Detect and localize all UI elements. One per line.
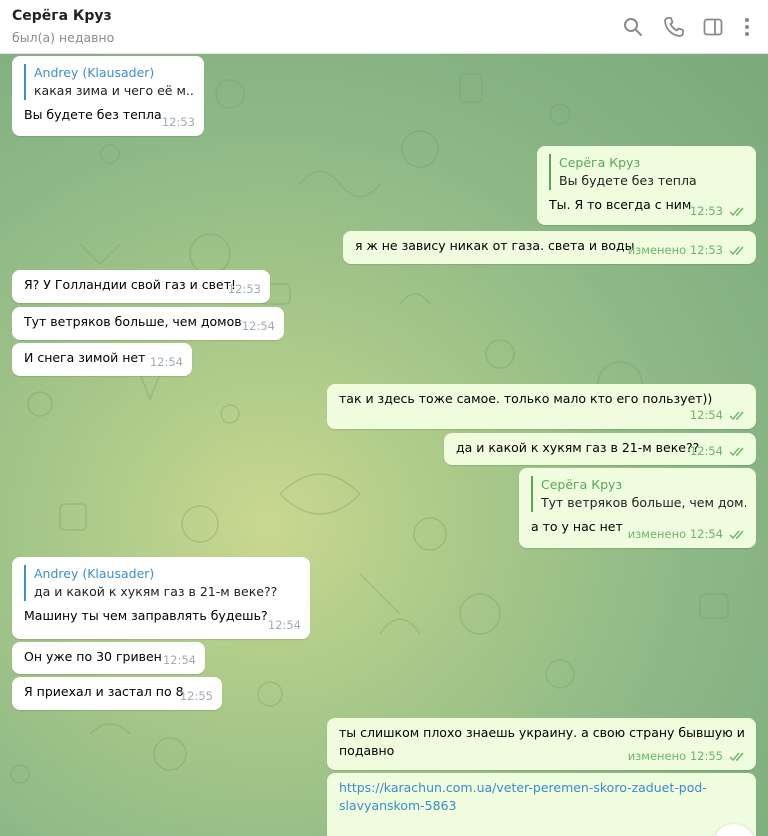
message-meta: 12:54 <box>690 406 747 424</box>
message-outgoing[interactable]: Серёга Круз Вы будете без тепла Ты. Я то… <box>537 146 756 225</box>
reply-text: Вы будете без тепла <box>559 173 697 188</box>
message-outgoing[interactable]: так и здесь тоже самое. только мало кто … <box>327 384 756 429</box>
reply-text: да и какой к хукям газ в 21-м веке?? <box>34 584 278 599</box>
message-incoming[interactable]: Он уже по 30 гривен 12:54 <box>12 642 205 674</box>
message-incoming[interactable]: Andrey (Klausader) какая зима и чего её … <box>12 56 204 136</box>
message-time: 12:53 <box>689 204 723 218</box>
message-time: изменено 12:55 <box>627 749 723 763</box>
reply-author: Серёга Круз <box>559 155 641 170</box>
message-outgoing[interactable]: я ж не завису никак от газа. света и вод… <box>343 231 756 264</box>
read-checks-icon <box>729 246 744 256</box>
sidebar-icon[interactable] <box>701 15 725 39</box>
message-outgoing[interactable]: Серёга Круз Тут ветряков больше, чем дом… <box>519 468 756 548</box>
message-meta: изменено 12:55 <box>628 747 747 765</box>
reply-preview[interactable]: Andrey (Klausader) да и какой к хукям га… <box>24 565 300 601</box>
phone-icon[interactable] <box>662 15 686 39</box>
message-incoming[interactable]: Я приехал и застал по 8 12:55 <box>12 677 222 710</box>
read-checks-icon <box>729 530 744 540</box>
message-time: 12:54 <box>689 444 723 458</box>
chat-header: Серёга Круз был(а) недавно <box>0 0 768 54</box>
message-incoming[interactable]: Andrey (Klausader) да и какой к хукям га… <box>12 557 310 639</box>
message-time: 12:55 <box>179 689 213 703</box>
chat-status: был(а) недавно <box>12 30 115 45</box>
message-text: Тут ветряков больше, чем домов <box>24 314 242 329</box>
read-checks-icon <box>729 752 744 762</box>
search-icon[interactable] <box>621 15 645 39</box>
read-checks-icon <box>729 411 744 421</box>
message-meta: изменено 12:53 <box>628 241 747 259</box>
more-icon[interactable] <box>735 15 759 39</box>
read-checks-icon <box>729 207 744 217</box>
message-text: Я? У Голландии свой газ и свет! <box>24 277 236 292</box>
reply-author: Andrey (Klausader) <box>34 65 155 80</box>
chevron-down-icon <box>713 824 755 836</box>
message-text: Машину ты чем заправлять будешь? <box>24 608 268 623</box>
message-time: 12:54 <box>149 355 183 369</box>
reply-preview[interactable]: Серёга Круз Тут ветряков больше, чем дом… <box>531 476 746 512</box>
message-incoming[interactable]: Я? У Голландии свой газ и свет! 12:53 <box>12 270 270 303</box>
reply-author: Серёга Круз <box>541 477 623 492</box>
message-time: 12:53 <box>227 282 261 296</box>
message-meta: 12:53 <box>690 202 747 220</box>
message-incoming[interactable]: И снега зимой нет 12:54 <box>12 343 192 376</box>
message-text: так и здесь тоже самое. только мало кто … <box>339 391 713 406</box>
message-meta: 12:54 <box>690 442 747 460</box>
reply-author: Andrey (Klausader) <box>34 566 155 581</box>
message-time: 12:54 <box>241 319 275 333</box>
message-list[interactable]: Andrey (Klausader) какая зима и чего её … <box>0 54 768 836</box>
message-outgoing[interactable]: https://karachun.com.ua/veter-peremen-sk… <box>327 773 756 836</box>
reply-text: Тут ветряков больше, чем дом... <box>541 495 746 510</box>
message-outgoing[interactable]: да и какой к хукям газ в 21-м веке?? 12:… <box>444 433 756 465</box>
message-time: 12:54 <box>267 618 301 632</box>
message-time: 12:54 <box>162 653 196 667</box>
reply-text: какая зима и чего её м... <box>34 83 194 98</box>
message-meta: изменено 12:54 <box>628 525 747 543</box>
message-time: изменено 12:53 <box>627 243 723 257</box>
reply-preview[interactable]: Andrey (Klausader) какая зима и чего её … <box>24 64 194 100</box>
read-checks-icon <box>729 447 744 457</box>
message-time: 12:54 <box>689 408 723 422</box>
message-link[interactable]: https://karachun.com.ua/veter-peremen-sk… <box>339 779 746 797</box>
message-outgoing[interactable]: ты слишком плохо знаешь украину. а свою … <box>327 718 756 770</box>
message-time: 12:53 <box>161 115 195 129</box>
scroll-down-button[interactable] <box>713 824 755 836</box>
message-incoming[interactable]: Тут ветряков больше, чем домов 12:54 <box>12 307 284 340</box>
message-text-line: ты слишком плохо знаешь украину. а свою … <box>339 725 745 740</box>
message-time: изменено 12:54 <box>627 527 723 541</box>
chat-title[interactable]: Серёга Круз <box>12 8 112 24</box>
message-link[interactable]: slavyanskom-5863 <box>339 797 746 815</box>
reply-preview[interactable]: Серёга Круз Вы будете без тепла <box>549 154 746 190</box>
